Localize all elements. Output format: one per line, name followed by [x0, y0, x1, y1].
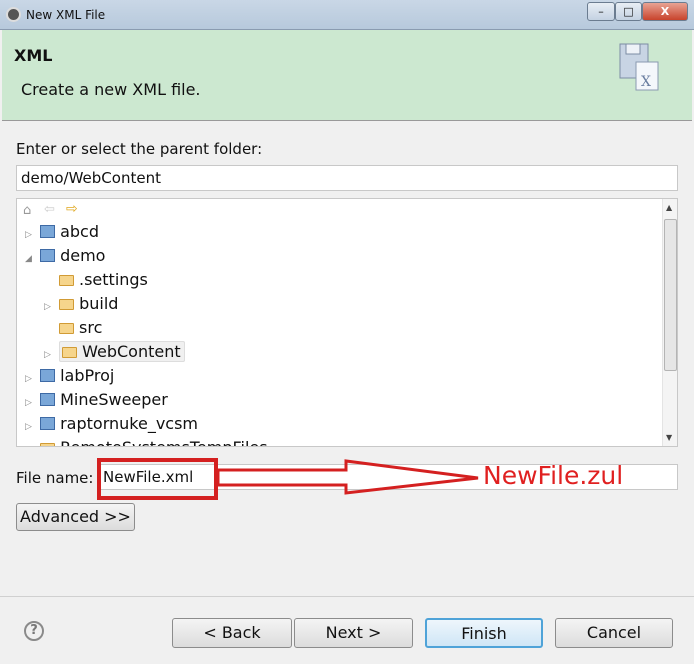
tree-item-remotesystems[interactable]: RemoteSystemsTempFiles: [25, 436, 268, 446]
vertical-scrollbar[interactable]: ▲ ▼: [662, 199, 677, 446]
finish-button[interactable]: Finish: [425, 618, 543, 648]
close-button[interactable]: X: [642, 2, 688, 21]
wizard-description: Create a new XML file.: [21, 80, 201, 99]
tree-item-label: raptornuke_vcsm: [60, 414, 198, 433]
tree-item-demo[interactable]: ◢ demo: [25, 244, 105, 268]
tree-item-label: .settings: [79, 270, 148, 289]
tree-item-settings[interactable]: .settings: [59, 268, 148, 292]
tree-item-raptornuke[interactable]: ▷ raptornuke_vcsm: [25, 412, 198, 436]
forward-arrow-icon[interactable]: ⇨: [66, 201, 78, 217]
scroll-down-icon[interactable]: ▼: [666, 433, 672, 442]
tree-item-label: RemoteSystemsTempFiles: [60, 438, 267, 446]
tree-item-label: labProj: [60, 366, 115, 385]
tree-item-minesweeper[interactable]: ▷ MineSweeper: [25, 388, 168, 412]
project-icon: [40, 417, 56, 430]
project-icon: [40, 369, 56, 382]
scrollbar-thumb[interactable]: [664, 219, 677, 371]
svg-text:X: X: [641, 74, 651, 90]
parent-folder-label: Enter or select the parent folder:: [16, 140, 263, 158]
folder-tree[interactable]: ⌂ ⇦ ⇨ ▷ abcd ◢ demo .settings ▷ build sr…: [16, 198, 678, 447]
tree-item-label: abcd: [60, 222, 100, 241]
folder-icon: [59, 299, 75, 310]
separator: [0, 596, 694, 597]
advanced-button[interactable]: Advanced >>: [16, 503, 135, 531]
tree-item-src[interactable]: src: [59, 316, 102, 340]
eclipse-icon: [6, 7, 21, 22]
maximize-button[interactable]: □: [615, 2, 642, 21]
home-icon[interactable]: ⌂: [23, 203, 31, 218]
annotation-arrow: [216, 459, 479, 495]
expand-icon[interactable]: ▷: [44, 295, 54, 319]
project-icon: [40, 225, 56, 238]
tree-item-label: src: [79, 318, 103, 337]
tree-item-abcd[interactable]: ▷ abcd: [25, 220, 99, 244]
project-icon: [40, 249, 56, 262]
highlight-box: [97, 458, 218, 500]
help-icon[interactable]: ?: [24, 621, 44, 641]
folder-icon: [62, 347, 78, 358]
minimize-button[interactable]: –: [587, 2, 615, 21]
tree-item-label: demo: [60, 246, 106, 265]
tree-item-build[interactable]: ▷ build: [44, 292, 118, 316]
tree-item-label: MineSweeper: [60, 390, 168, 409]
next-button[interactable]: Next >: [294, 618, 413, 648]
folder-icon: [59, 275, 74, 286]
back-arrow-icon[interactable]: ⇦: [44, 202, 55, 217]
folder-icon: [40, 443, 56, 446]
project-icon: [40, 393, 56, 406]
folder-icon: [59, 323, 74, 334]
wizard-title: XML: [14, 46, 53, 65]
parent-folder-input[interactable]: demo/WebContent: [16, 165, 678, 191]
tree-item-webcontent[interactable]: ▷ WebContent: [44, 340, 185, 364]
tree-item-label: build: [79, 294, 119, 313]
file-name-label: File name:: [16, 469, 94, 487]
scroll-up-icon[interactable]: ▲: [666, 203, 672, 212]
cancel-button[interactable]: Cancel: [555, 618, 673, 648]
window-title: New XML File: [26, 8, 106, 22]
collapse-icon[interactable]: ◢: [25, 247, 35, 271]
xml-file-icon: X: [619, 43, 659, 91]
tree-item-labproj[interactable]: ▷ labProj: [25, 364, 114, 388]
tree-item-label: WebContent: [82, 342, 181, 361]
annotation-text: NewFile.zul: [483, 461, 624, 490]
wizard-header: XML Create a new XML file. X: [2, 30, 692, 121]
title-bar: New XML File – □ X: [0, 0, 694, 30]
back-button[interactable]: < Back: [172, 618, 292, 648]
